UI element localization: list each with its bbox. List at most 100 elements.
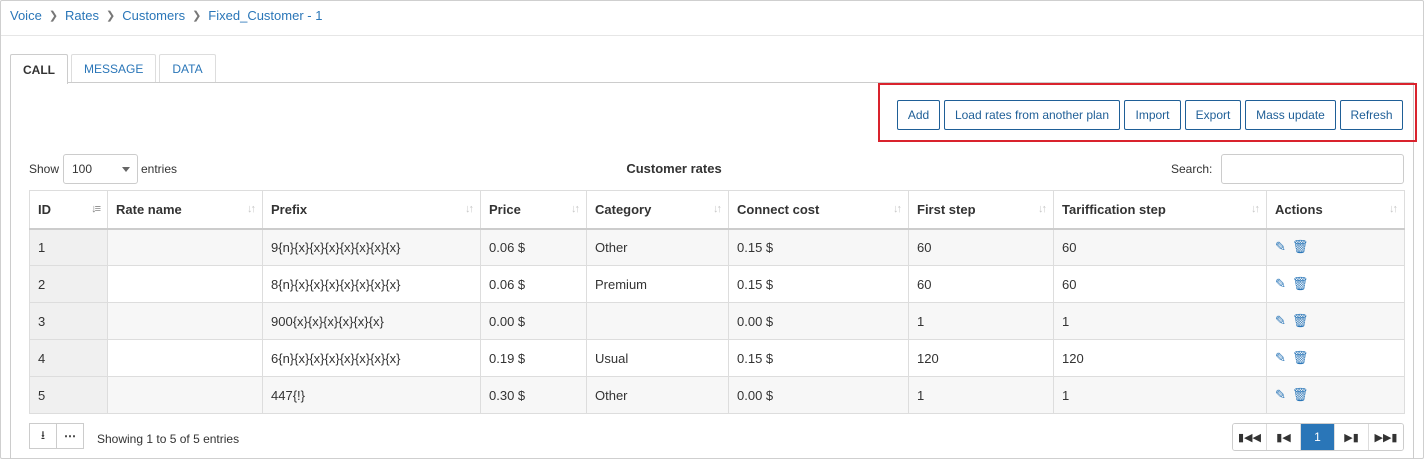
- import-button[interactable]: Import: [1124, 100, 1181, 130]
- export-button[interactable]: Export: [1185, 100, 1241, 130]
- page-size-value: 100: [72, 162, 93, 176]
- more-options-button[interactable]: ⋯: [56, 423, 84, 449]
- first-page-button[interactable]: ▮◀◀: [1233, 424, 1267, 450]
- column-header-actions[interactable]: Actions ↓↑: [1266, 190, 1405, 230]
- cell-actions: ✎ 🗑: [1266, 339, 1405, 377]
- table-row[interactable]: 3 900{x}{x}{x}{x}{x}{x} 0.00 $0.00 $1 1 ✎ 🗑: [29, 302, 1405, 340]
- show-label: Show: [29, 162, 60, 176]
- cell-category: Usual: [586, 339, 729, 377]
- edit-icon[interactable]: ✎: [1275, 276, 1286, 292]
- sort-icon: ↓↑: [247, 203, 256, 215]
- mass-update-button[interactable]: Mass update: [1245, 100, 1336, 130]
- entries-label: entries: [141, 162, 178, 176]
- prev-page-icon: ▮◀: [1276, 431, 1291, 444]
- tab-call[interactable]: CALL: [10, 54, 68, 84]
- tab-data[interactable]: DATA: [159, 54, 216, 83]
- cell-price: 0.00 $: [480, 302, 587, 340]
- column-header-id[interactable]: ID ↓≡: [29, 190, 108, 230]
- tab-bar: CALL MESSAGE DATA: [10, 54, 219, 84]
- cell-connect-cost: 0.00 $: [728, 376, 909, 414]
- cell-connect-cost: 0.15 $: [728, 265, 909, 303]
- load-rates-button[interactable]: Load rates from another plan: [944, 100, 1120, 130]
- cell-price: 0.06 $: [480, 265, 587, 303]
- sort-icon: ↓↑: [893, 203, 902, 215]
- last-page-button[interactable]: ▶▶▮: [1369, 424, 1403, 450]
- cell-category: Premium: [586, 265, 729, 303]
- breadcrumb-customers[interactable]: Customers: [122, 8, 185, 23]
- page-size-select[interactable]: 100: [63, 154, 138, 184]
- export-table-button[interactable]: ⭳: [29, 423, 57, 449]
- cell-category: Other: [586, 376, 729, 414]
- cell-actions: ✎ 🗑: [1266, 228, 1405, 266]
- chevron-right-icon: ❯: [192, 9, 202, 22]
- cell-rate-name: [107, 376, 263, 414]
- cell-rate-name: [107, 228, 263, 266]
- sort-icon: ↓↑: [713, 203, 722, 215]
- rates-table: ID ↓≡ Rate name ↓↑ Prefix ↓↑ Price ↓↑ Catego…: [29, 190, 1405, 414]
- showing-info: Showing 1 to 5 of 5 entries: [97, 432, 240, 446]
- cell-prefix: 6{n}{x}{x}{x}{x}{x}{x}{x}: [262, 339, 481, 377]
- cell-tariffication-step: 1: [1053, 302, 1267, 340]
- column-header-category[interactable]: Category ↓↑: [586, 190, 729, 230]
- edit-icon[interactable]: ✎: [1275, 239, 1286, 255]
- last-page-icon: ▶▶▮: [1374, 431, 1398, 444]
- pagination: ▮◀◀ ▮◀ 1 ▶▮ ▶▶▮: [1232, 423, 1404, 451]
- delete-icon[interactable]: 🗑: [1292, 350, 1309, 366]
- chevron-right-icon: ❯: [106, 9, 116, 22]
- column-header-rate-name[interactable]: Rate name ↓↑: [107, 190, 263, 230]
- cell-actions: ✎ 🗑: [1266, 376, 1405, 414]
- cell-price: 0.06 $: [480, 228, 587, 266]
- cell-tariffication-step: 120: [1053, 339, 1267, 377]
- sort-icon: ↓↑: [571, 203, 580, 215]
- cell-id: 4: [29, 339, 108, 377]
- breadcrumb-voice[interactable]: Voice: [10, 8, 42, 23]
- breadcrumb-current[interactable]: Fixed_Customer - 1: [208, 8, 322, 23]
- cell-rate-name: [107, 339, 263, 377]
- edit-icon[interactable]: ✎: [1275, 387, 1286, 403]
- cell-actions: ✎ 🗑: [1266, 265, 1405, 303]
- column-header-prefix[interactable]: Prefix ↓↑: [262, 190, 481, 230]
- tab-message[interactable]: MESSAGE: [71, 54, 157, 83]
- add-button[interactable]: Add: [897, 100, 940, 130]
- page-button-current[interactable]: 1: [1301, 424, 1335, 450]
- ellipsis-icon: ⋯: [64, 429, 76, 443]
- cell-tariffication-step: 1: [1053, 376, 1267, 414]
- caret-down-icon: [122, 167, 130, 172]
- cell-first-step: 1: [908, 376, 1054, 414]
- download-icon: ⭳: [40, 427, 46, 442]
- table-title: Customer rates: [626, 161, 722, 176]
- refresh-button[interactable]: Refresh: [1340, 100, 1403, 130]
- next-page-button[interactable]: ▶▮: [1335, 424, 1369, 450]
- cell-connect-cost: 0.00 $: [728, 302, 909, 340]
- cell-first-step: 1: [908, 302, 1054, 340]
- sort-asc-icon: ↓≡: [91, 203, 101, 215]
- sort-icon: ↓↑: [1038, 203, 1047, 215]
- table-row[interactable]: 4 6{n}{x}{x}{x}{x}{x}{x}{x} 0.19 $ Usual 0.1…: [29, 339, 1405, 377]
- delete-icon[interactable]: 🗑: [1292, 387, 1309, 403]
- column-header-tariffication-step[interactable]: Tariffication step ↓↑: [1053, 190, 1267, 230]
- cell-connect-cost: 0.15 $: [728, 339, 909, 377]
- header-divider: [1, 35, 1423, 36]
- prev-page-button[interactable]: ▮◀: [1267, 424, 1301, 450]
- delete-icon[interactable]: 🗑: [1292, 313, 1309, 329]
- cell-category: [586, 302, 729, 340]
- search-input[interactable]: [1221, 154, 1404, 184]
- search-label: Search:: [1171, 162, 1213, 176]
- cell-prefix: 9{n}{x}{x}{x}{x}{x}{x}{x}: [262, 228, 481, 266]
- breadcrumb-rates[interactable]: Rates: [65, 8, 99, 23]
- edit-icon[interactable]: ✎: [1275, 350, 1286, 366]
- table-row[interactable]: 5 447{!} 0.30 $ Other 0.00 $1 1 ✎ 🗑: [29, 376, 1405, 414]
- column-header-connect-cost[interactable]: Connect cost ↓↑: [728, 190, 909, 230]
- sort-icon: ↓↑: [1251, 203, 1260, 215]
- edit-icon[interactable]: ✎: [1275, 313, 1286, 329]
- delete-icon[interactable]: 🗑: [1292, 276, 1309, 292]
- delete-icon[interactable]: 🗑: [1292, 239, 1309, 255]
- cell-prefix: 8{n}{x}{x}{x}{x}{x}{x}{x}: [262, 265, 481, 303]
- table-row[interactable]: 1 9{n}{x}{x}{x}{x}{x}{x}{x} 0.06 $ Other 0.1…: [29, 228, 1405, 266]
- cell-id: 5: [29, 376, 108, 414]
- column-header-price[interactable]: Price ↓↑: [480, 190, 587, 230]
- table-row[interactable]: 2 8{n}{x}{x}{x}{x}{x}{x}{x} 0.06 $ Premium 0…: [29, 265, 1405, 303]
- cell-rate-name: [107, 302, 263, 340]
- column-header-first-step[interactable]: First step ↓↑: [908, 190, 1054, 230]
- cell-tariffication-step: 60: [1053, 228, 1267, 266]
